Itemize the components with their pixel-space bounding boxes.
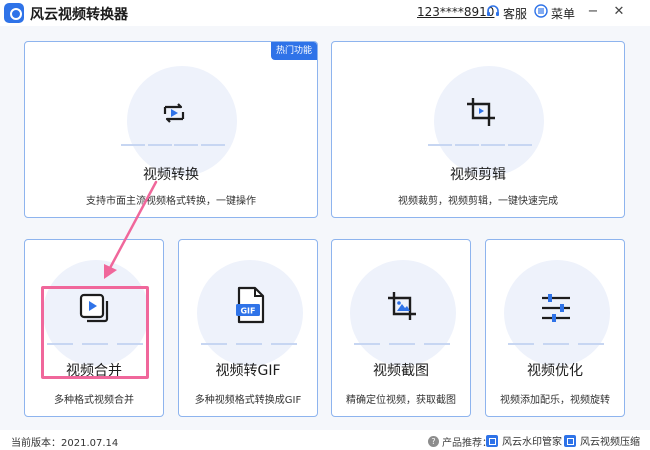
support-button[interactable]: 客服	[486, 4, 527, 22]
recommend-label: 产品推荐：	[442, 438, 492, 449]
video-screenshot-card[interactable]: 视频截图 精确定位视频，获取截图	[331, 239, 471, 417]
crop-image-icon	[384, 288, 420, 328]
gif-file-icon: GIF	[234, 286, 268, 330]
card-title: 视频剪辑	[450, 167, 506, 183]
stacked-play-icon	[78, 292, 112, 330]
card-title: 视频转GIF	[215, 363, 281, 379]
video-convert-card[interactable]: 热门功能 视频转换 支持市面主流视频格式转换，一键操作	[24, 41, 318, 218]
support-label: 客服	[503, 6, 528, 21]
watermark-app-icon	[486, 434, 498, 447]
product-name: 风云视频压缩	[580, 437, 640, 448]
title-bar: 风云视频转换器 123****8910 客服 菜单 − ✕	[0, 0, 650, 26]
video-edit-card[interactable]: 视频剪辑 视频裁剪，视频剪辑，一键快速完成	[331, 41, 625, 218]
compress-app-icon	[564, 434, 576, 447]
product-link-watermark[interactable]: 风云水印管家	[486, 433, 562, 448]
close-button[interactable]: ✕	[610, 3, 628, 21]
card-description: 视频裁剪，视频剪辑，一键快速完成	[398, 196, 558, 207]
video-merge-card[interactable]: 视频合并 多种格式视频合并	[24, 239, 164, 417]
play-loop-icon	[159, 98, 189, 132]
gif-label: GIF	[240, 307, 255, 316]
card-title: 视频优化	[527, 363, 583, 379]
question-icon: ?	[428, 436, 439, 447]
app-title: 风云视频转换器	[30, 7, 128, 23]
menu-label: 菜单	[551, 6, 576, 21]
sliders-icon	[538, 290, 574, 330]
account-link[interactable]: 123****8910	[417, 5, 494, 19]
minimize-button[interactable]: −	[584, 3, 602, 21]
card-title: 视频转换	[143, 167, 199, 183]
video-optimize-card[interactable]: 视频优化 视频添加配乐，视频旋转	[485, 239, 625, 417]
product-recommend: ? 产品推荐：	[428, 434, 492, 449]
menu-icon	[534, 4, 548, 22]
card-description: 视频添加配乐，视频旋转	[500, 395, 610, 406]
version-text: 当前版本：2021.07.14	[11, 438, 119, 449]
card-title: 视频合并	[66, 363, 122, 379]
headset-icon	[486, 4, 500, 22]
crop-icon	[463, 94, 499, 134]
menu-button[interactable]: 菜单	[534, 4, 575, 22]
product-link-compress[interactable]: 风云视频压缩	[564, 433, 640, 448]
video-to-gif-card[interactable]: GIF 视频转GIF 多种视频格式转换成GIF	[178, 239, 318, 417]
product-name: 风云水印管家	[502, 437, 562, 448]
card-description: 支持市面主流视频格式转换，一键操作	[86, 196, 256, 207]
app-logo-icon	[4, 3, 24, 23]
card-description: 多种格式视频合并	[54, 395, 134, 406]
status-bar: 当前版本：2021.07.14 ? 产品推荐： 风云水印管家 风云视频压缩	[0, 430, 650, 450]
card-description: 精确定位视频，获取截图	[346, 395, 456, 406]
hot-feature-badge: 热门功能	[271, 42, 317, 60]
card-title: 视频截图	[373, 363, 429, 379]
card-description: 多种视频格式转换成GIF	[194, 395, 302, 406]
